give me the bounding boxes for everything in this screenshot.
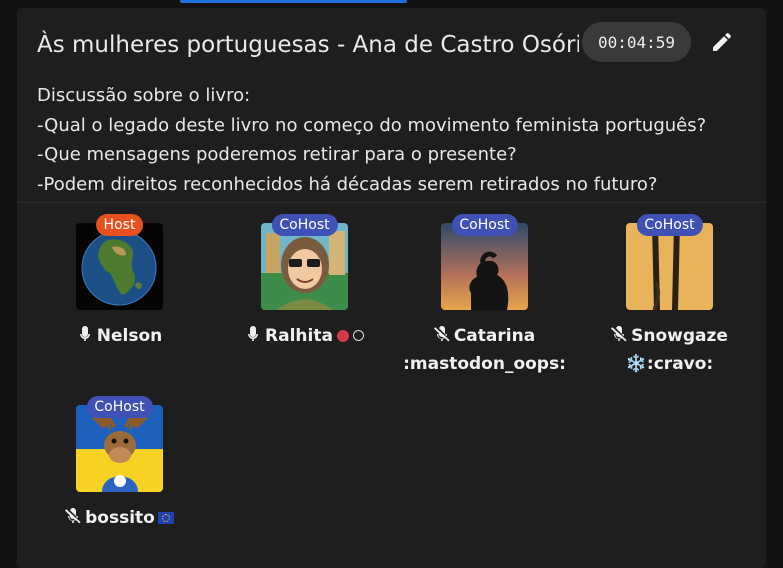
mic-icon xyxy=(79,326,90,341)
avatar-silhouette xyxy=(441,223,528,310)
mic-off-icon xyxy=(433,325,450,342)
cohost-badge: CoHost xyxy=(636,214,703,236)
speaker-name: Ralhita xyxy=(212,322,397,350)
cohost-badge: CoHost xyxy=(271,214,338,236)
room-panel: Às mulheres portuguesas - Ana de Castro … xyxy=(17,8,766,568)
pencil-icon xyxy=(713,32,732,51)
speaker-name-line2: :mastodon_oops: xyxy=(403,354,566,374)
cohost-badge: CoHost xyxy=(86,396,153,418)
speaker-name: Nelson xyxy=(27,322,212,350)
room-timer: 00:04:59 xyxy=(582,22,691,62)
room-title: Às mulheres portuguesas - Ana de Castro … xyxy=(37,32,579,58)
avatar-figure xyxy=(626,223,713,310)
avatar-earth xyxy=(76,223,163,310)
mic-icon xyxy=(248,326,259,341)
description-line: -Podem direitos reconhecidos há décadas … xyxy=(37,173,658,195)
mic-off-icon xyxy=(65,507,81,524)
host-badge: Host xyxy=(95,214,144,236)
speaker-tile[interactable]: Host Nelson xyxy=(27,214,212,350)
description-line: -Qual o legado deste livro no começo do … xyxy=(37,114,707,136)
red-circle-emoji xyxy=(336,330,349,342)
speaker-name: Catarina:mastodon_oops: xyxy=(403,325,566,374)
eu-flag-emoji xyxy=(157,512,174,524)
speaker-tile[interactable]: CoHost Snowgaze ❄️:cravo: xyxy=(577,214,762,378)
divider xyxy=(17,202,766,203)
white-circle-emoji xyxy=(352,330,364,341)
speaker-name: bossito xyxy=(27,504,212,532)
speaker-tile[interactable]: CoHost bossito xyxy=(27,396,212,532)
avatar-moose xyxy=(76,405,163,492)
mic-off-icon xyxy=(611,325,627,342)
cohost-badge: CoHost xyxy=(451,214,518,236)
speaker-tile[interactable]: CoHost Catarina:mastodon_oops: xyxy=(392,214,577,378)
speaker-tile[interactable]: CoHost Ralhita xyxy=(212,214,397,350)
speaker-name-line2: ❄️:cravo: xyxy=(625,354,714,374)
speaker-name: Snowgaze ❄️:cravo: xyxy=(577,322,762,378)
description-line: -Que mensagens poderemos retirar para o … xyxy=(37,144,517,165)
avatar-portrait xyxy=(261,223,348,310)
description-line: Discussão sobre o livro: xyxy=(37,85,251,106)
top-accent-bar xyxy=(180,0,407,3)
edit-button[interactable] xyxy=(710,30,734,54)
room-description: Discussão sobre o livro: -Qual o legado … xyxy=(37,81,737,199)
